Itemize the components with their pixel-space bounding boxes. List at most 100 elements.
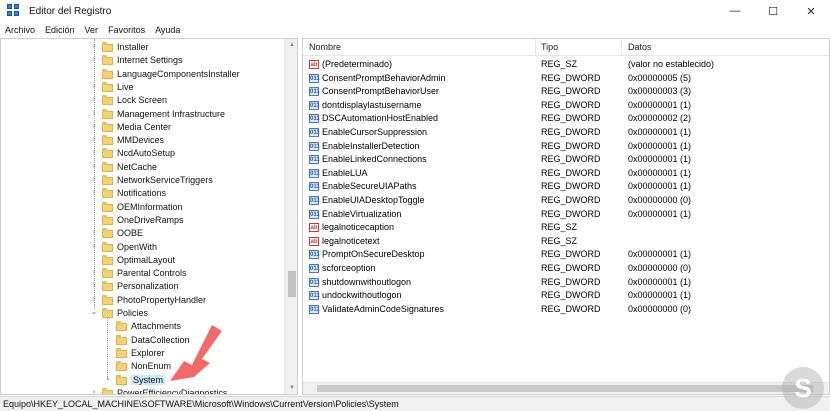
value-row[interactable]: 011 EnableLinkedConnections REG_DWORD 0x000… — [303, 153, 829, 166]
tree-item[interactable]: OptimalLayout — [1, 254, 291, 267]
folder-icon — [102, 188, 113, 199]
chevron-right-icon[interactable]: › — [90, 81, 98, 90]
tree-item[interactable]: › NcdAutoSetup — [1, 147, 291, 160]
menu-favoritos[interactable]: Favoritos — [108, 25, 145, 35]
list-scroll-thumb[interactable] — [317, 385, 813, 392]
minimize-button[interactable]: — — [716, 0, 754, 22]
tree-item[interactable]: › NetCache — [1, 161, 291, 174]
value-list[interactable]: Nombre Tipo Datos ab (Predeterminado) REG_… — [302, 38, 830, 395]
value-name: legalnoticetext — [322, 235, 380, 246]
tree-item[interactable]: › Parental Controls — [1, 267, 291, 280]
menu-edicion[interactable]: Edición — [45, 25, 75, 35]
value-row[interactable]: 011 shutdownwithoutlogon REG_DWORD 0x000000… — [303, 276, 829, 289]
tree-item[interactable]: › Internet Settings — [1, 54, 291, 67]
maximize-button[interactable]: ☐ — [754, 0, 792, 22]
tree-item[interactable]: › Notifications — [1, 187, 291, 200]
tree-item[interactable]: › Lock Screen — [1, 94, 291, 107]
chevron-right-icon[interactable]: › — [104, 374, 112, 383]
menu-ayuda[interactable]: Ayuda — [155, 25, 180, 35]
value-row[interactable]: 011 EnableSecureUIAPaths REG_DWORD 0x000000… — [303, 180, 829, 193]
chevron-right-icon[interactable]: › — [90, 134, 98, 143]
chevron-right-icon[interactable]: › — [90, 121, 98, 130]
value-row[interactable]: 011 EnableVirtualization REG_DWORD 0x000000… — [303, 208, 829, 221]
folder-icon — [102, 121, 113, 132]
value-row[interactable]: 011 PromptOnSecureDesktop REG_DWORD 0x00000… — [303, 248, 829, 261]
chevron-right-icon[interactable]: › — [90, 147, 98, 156]
tree-item[interactable]: › Personalization — [1, 280, 291, 293]
tree-item[interactable]: DataCollection — [1, 334, 291, 347]
tree-item[interactable]: Explorer — [1, 347, 291, 360]
chevron-right-icon[interactable]: › — [90, 241, 98, 250]
chevron-right-icon[interactable]: › — [90, 94, 98, 103]
chevron-right-icon[interactable]: › — [90, 294, 98, 303]
value-row[interactable]: 011 scforceoption REG_DWORD 0x00000000 (0) — [303, 262, 829, 275]
list-horizontal-scrollbar[interactable] — [303, 382, 829, 394]
chevron-right-icon[interactable]: › — [90, 267, 98, 276]
value-row[interactable]: 011 ConsentPromptBehaviorAdmin REG_DWORD 0x… — [303, 72, 829, 85]
chevron-right-icon[interactable]: › — [90, 187, 98, 196]
chevron-right-icon[interactable]: › — [90, 227, 98, 236]
tree-item[interactable]: › System — [1, 374, 291, 387]
value-row[interactable]: 011 EnableLUA REG_DWORD 0x00000001 (1) — [303, 167, 829, 180]
value-row[interactable]: ab (Predeterminado) REG_SZ (valor no establ… — [303, 58, 829, 71]
column-type-header[interactable]: Tipo — [541, 42, 558, 52]
tree-item-label: NetworkServiceTriggers — [117, 175, 213, 185]
value-row[interactable]: 011 ConsentPromptBehaviorUser REG_DWORD 0x0… — [303, 85, 829, 98]
chevron-right-icon[interactable]: › — [90, 174, 98, 183]
value-row[interactable]: 011 ValidateAdminCodeSignatures REG_DWORD 0… — [303, 303, 829, 316]
menu-ver[interactable]: Ver — [85, 25, 99, 35]
tree-item-label: Policies — [117, 308, 149, 318]
chevron-right-icon[interactable]: › — [90, 280, 98, 289]
tree-item[interactable]: › PhotoPropertyHandler — [1, 294, 291, 307]
chevron-right-icon[interactable]: › — [90, 54, 98, 63]
column-data-header[interactable]: Datos — [628, 42, 652, 52]
value-data: 0x00000000 (0) — [628, 195, 692, 205]
tree-item[interactable]: ⌄ Policies — [1, 307, 291, 320]
tree-item[interactable]: OEMInformation — [1, 201, 291, 214]
close-button[interactable]: ✕ — [792, 0, 830, 22]
value-row[interactable]: 011 EnableUIADesktopToggle REG_DWORD 0x0000… — [303, 194, 829, 207]
chevron-right-icon[interactable]: › — [90, 41, 98, 50]
folder-icon — [102, 268, 113, 279]
column-name-header[interactable]: Nombre — [309, 42, 341, 52]
chevron-right-icon[interactable]: › — [90, 108, 98, 117]
value-data: 0x00000001 (1) — [628, 140, 692, 151]
tree-item[interactable]: › Live — [1, 81, 291, 94]
tree-item[interactable]: › Installer — [1, 41, 291, 54]
tree-item[interactable]: OneDriveRamps — [1, 214, 291, 227]
value-row[interactable]: ab legalnoticecaption REG_SZ — [303, 221, 829, 234]
chevron-down-icon[interactable]: ⌄ — [90, 307, 98, 316]
tree-item[interactable]: Attachments — [1, 320, 291, 333]
tree-item[interactable]: › Management Infrastructure — [1, 108, 291, 121]
value-type: REG_DWORD — [541, 290, 601, 301]
value-row[interactable]: 011 undockwithoutlogon REG_DWORD 0x00000001… — [303, 289, 829, 302]
value-row[interactable]: 011 DSCAutomationHostEnabled REG_DWORD 0x00… — [303, 112, 829, 125]
folder-icon — [116, 334, 127, 345]
value-row[interactable]: 011 dontdisplaylastusername REG_DWORD 0x000… — [303, 99, 829, 112]
value-type: REG_DWORD — [541, 72, 601, 83]
value-type: REG_SZ — [541, 59, 578, 69]
value-row[interactable]: ab legalnoticetext REG_SZ — [303, 235, 829, 248]
key-tree[interactable]: ▲ ▼ › Installer › Internet Settings Language… — [0, 38, 298, 395]
tree-item[interactable]: › NetworkServiceTriggers — [1, 174, 291, 187]
reg-sz-icon: ab — [309, 236, 319, 246]
tree-item[interactable]: LanguageComponentsInstaller — [1, 68, 291, 81]
menu-bar: Archivo Edición Ver Favoritos Ayuda — [0, 22, 830, 38]
chevron-right-icon[interactable]: › — [90, 161, 98, 170]
tree-item[interactable]: › OOBE — [1, 227, 291, 240]
menu-archivo[interactable]: Archivo — [5, 25, 35, 35]
tree-item[interactable]: › PowerEfficiencyDiagnostics — [1, 387, 291, 394]
folder-icon — [102, 68, 113, 79]
value-type: REG_DWORD — [541, 127, 601, 137]
tree-item[interactable]: › Media Center — [1, 121, 291, 134]
value-row[interactable]: 011 EnableCursorSuppression REG_DWORD 0x000… — [303, 126, 829, 139]
tree-item[interactable]: › MMDevices — [1, 134, 291, 147]
tree-item[interactable]: NonEnum — [1, 360, 291, 373]
reg-dword-icon: 011 — [309, 196, 320, 205]
chevron-right-icon[interactable]: › — [90, 387, 98, 394]
reg-dword-icon: 011 — [309, 155, 320, 165]
tree-item[interactable]: › OpenWith — [1, 241, 291, 254]
value-row[interactable]: 011 EnableInstallerDetection REG_DWORD 0x00… — [303, 140, 829, 153]
value-name: ValidateAdminCodeSignatures — [322, 303, 444, 314]
reg-sz-icon: ab — [309, 60, 319, 69]
